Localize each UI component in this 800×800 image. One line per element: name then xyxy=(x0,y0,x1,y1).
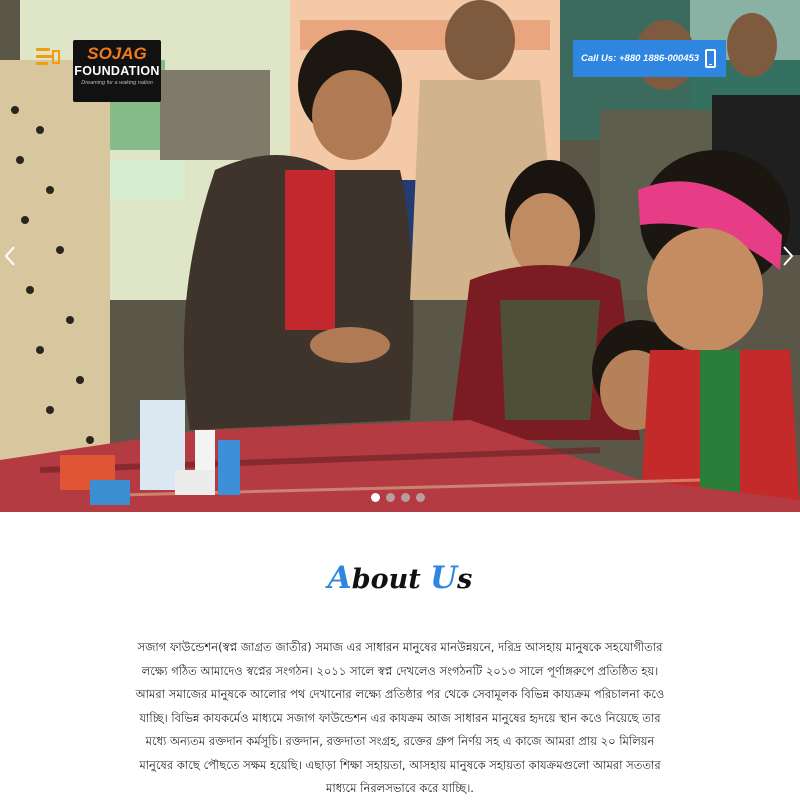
slider-dot[interactable] xyxy=(416,493,425,502)
hero-slider: SOJAG FOUNDATION Dreaming for a waking n… xyxy=(0,0,800,512)
slider-dot[interactable] xyxy=(371,493,380,502)
call-us-label: Call Us: +880 1886-000453 xyxy=(581,53,700,64)
hamburger-icon-line xyxy=(36,48,50,51)
menu-toggle-button[interactable] xyxy=(36,48,62,68)
chevron-right-icon xyxy=(783,246,794,266)
logo-brand: SOJAG xyxy=(87,44,147,63)
hamburger-icon-line xyxy=(36,62,48,65)
call-us-button[interactable]: Call Us: +880 1886-000453 xyxy=(573,40,726,77)
slider-dot[interactable] xyxy=(386,493,395,502)
logo-sub: FOUNDATION xyxy=(74,64,160,78)
about-description: সজাগ ফাউন্ডেশন(স্বপ্ন জাগ্রত জাতীর) সমাজ… xyxy=(135,640,665,795)
logo-tagline: Dreaming for a waking nation xyxy=(81,80,153,86)
slider-indicators xyxy=(371,493,425,502)
hamburger-icon xyxy=(52,50,60,64)
mobile-phone-icon xyxy=(705,49,716,68)
about-title-cap-u: U xyxy=(430,560,458,596)
about-title-part-1: bout xyxy=(351,564,431,595)
about-title: About Us xyxy=(0,560,800,596)
slider-prev-button[interactable] xyxy=(2,244,18,268)
about-title-cap-a: A xyxy=(327,560,352,596)
slider-dot[interactable] xyxy=(401,493,410,502)
slider-next-button[interactable] xyxy=(780,244,796,268)
about-title-part-2: s xyxy=(457,564,473,595)
site-logo[interactable]: SOJAG FOUNDATION Dreaming for a waking n… xyxy=(73,40,161,102)
chevron-left-icon xyxy=(4,246,15,266)
